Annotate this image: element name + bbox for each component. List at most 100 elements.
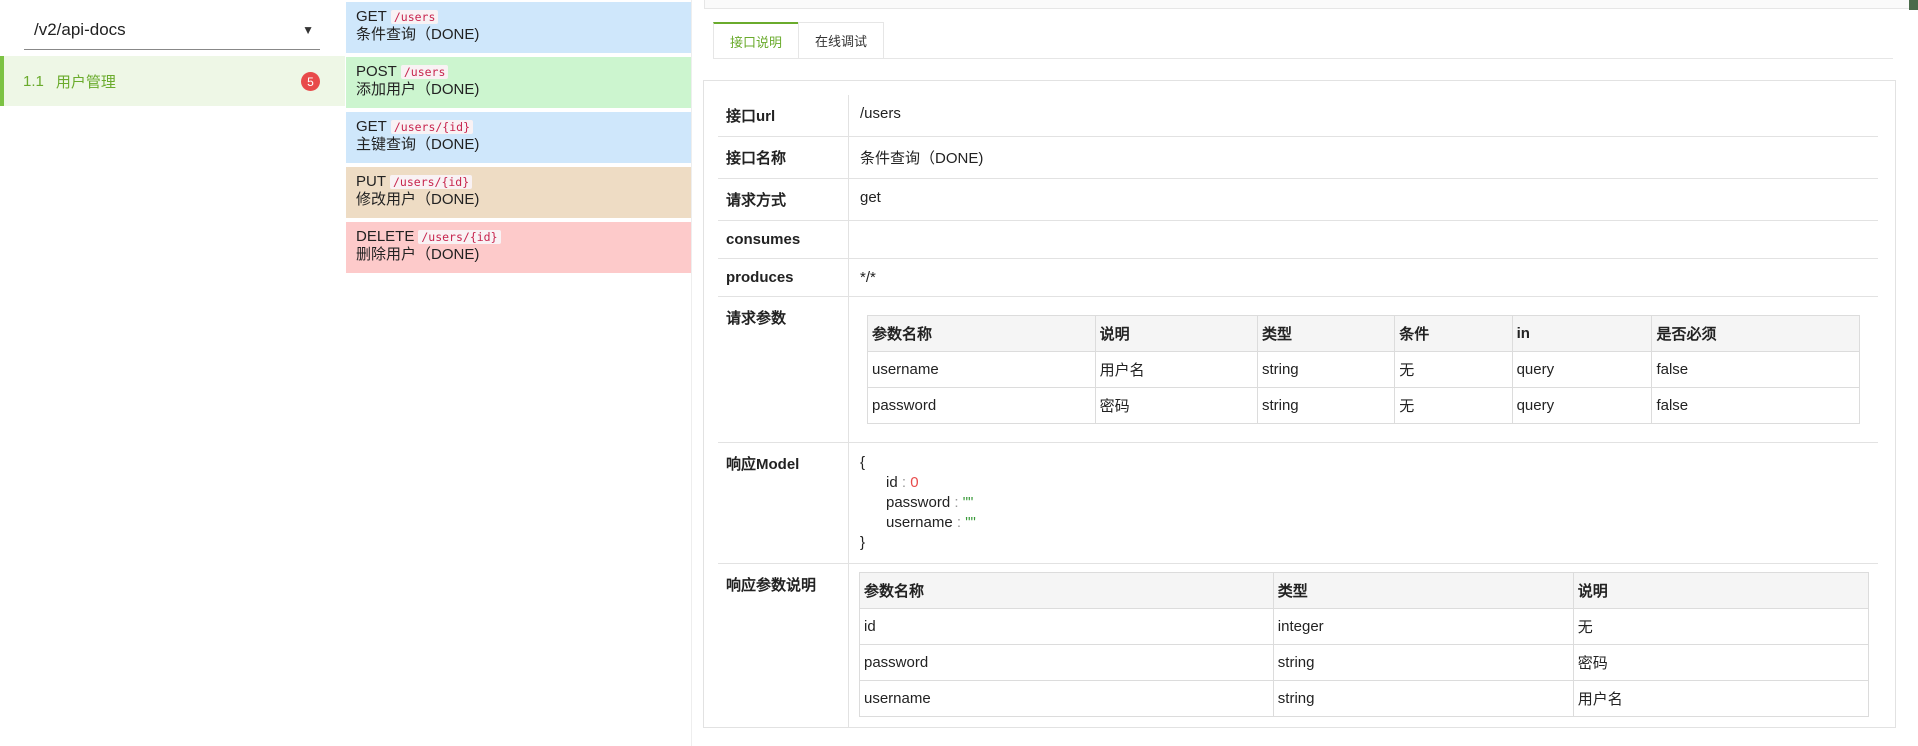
table-cell: 无 xyxy=(1572,608,1870,645)
table-cell: 无 xyxy=(1394,351,1513,388)
column-header: in xyxy=(1511,315,1653,352)
operation-get-user-by-id[interactable]: GET/users/{id} 主键查询（DONE) xyxy=(346,112,691,163)
endpoint-path: /users/{id} xyxy=(390,120,474,134)
table-row: password 密码 string 无 query false xyxy=(867,387,1860,424)
detail-value: */* xyxy=(848,258,1878,297)
http-method: GET xyxy=(356,8,387,25)
detail-label: 请求参数 xyxy=(718,296,849,443)
table-cell: integer xyxy=(1272,608,1574,645)
detail-label: 响应Model xyxy=(718,442,849,564)
detail-label: produces xyxy=(718,258,849,297)
tab-api-description[interactable]: 接口说明 xyxy=(713,22,800,59)
sidebar: /v2/api-docs ▼ 1.1 用户管理 5 xyxy=(0,0,345,746)
table-cell: password xyxy=(867,387,1096,424)
operation-delete-user[interactable]: DELETE/users/{id} 删除用户（DONE) xyxy=(346,222,691,273)
json-open-brace: { xyxy=(860,454,866,471)
table-cell: string xyxy=(1272,680,1574,717)
table-row: username string 用户名 xyxy=(859,680,1870,717)
detail-value: 条件查询（DONE) xyxy=(848,136,1878,179)
json-field: id : 0 xyxy=(886,474,919,491)
detail-value: get xyxy=(848,178,1878,221)
detail-label: 响应参数说明 xyxy=(718,563,849,728)
operation-get-users[interactable]: GET/users 条件查询（DONE) xyxy=(346,2,691,53)
table-cell: false xyxy=(1651,387,1860,424)
operation-put-user[interactable]: PUT/users/{id} 修改用户（DONE) xyxy=(346,167,691,218)
column-header: 参数名称 xyxy=(867,315,1096,352)
table-row: username 用户名 string 无 query false xyxy=(867,351,1860,388)
detail-row-response-params: 响应参数说明 参数名称 类型 说明 id integer 无 password … xyxy=(718,563,1878,728)
table-cell: query xyxy=(1511,351,1653,388)
table-row: id integer 无 xyxy=(859,608,1870,645)
operation-post-users[interactable]: POST/users 添加用户（DONE) xyxy=(346,57,691,108)
column-header: 类型 xyxy=(1256,315,1396,352)
detail-label: 接口名称 xyxy=(718,136,849,179)
detail-row-response-model: 响应Model { id : 0 password : "" username … xyxy=(718,442,1878,564)
detail-value xyxy=(848,220,1878,259)
endpoint-path: /users xyxy=(400,65,449,79)
operation-summary: 条件查询（DONE) xyxy=(356,26,480,43)
detail-label: 接口url xyxy=(718,95,849,137)
detail-value: /users xyxy=(848,95,1878,137)
table-cell: username xyxy=(859,680,1274,717)
response-model-json: { id : 0 password : "" username : "" } xyxy=(848,442,1878,564)
detail-label: consumes xyxy=(718,220,849,259)
endpoint-path: /users xyxy=(390,10,439,24)
column-header: 条件 xyxy=(1394,315,1513,352)
table-cell: false xyxy=(1651,351,1860,388)
sidebar-item-user-management[interactable]: 1.1 用户管理 5 xyxy=(0,56,345,106)
json-field: username : "" xyxy=(886,514,976,531)
operation-summary: 修改用户（DONE) xyxy=(356,191,480,208)
table-cell: 用户名 xyxy=(1094,351,1258,388)
response-params-table: 参数名称 类型 说明 id integer 无 password string … xyxy=(859,572,1870,717)
api-docs-select[interactable]: /v2/api-docs ▼ xyxy=(24,10,320,50)
table-cell: 用户名 xyxy=(1572,680,1870,717)
sidebar-item-label: 用户管理 xyxy=(55,73,116,91)
column-header: 说明 xyxy=(1094,315,1258,352)
column-header: 是否必须 xyxy=(1651,315,1860,352)
sidebar-item-number: 1.1 xyxy=(23,72,44,90)
json-close-brace: } xyxy=(860,534,866,551)
operation-summary: 添加用户（DONE) xyxy=(356,81,480,98)
table-cell: string xyxy=(1272,644,1574,681)
table-header-row: 参数名称 说明 类型 条件 in 是否必须 xyxy=(867,315,1860,352)
main-content: 接口说明 在线调试 接口url /users 接口名称 条件查询（DONE) 请… xyxy=(691,0,1910,746)
dropdown-caret-icon: ▼ xyxy=(302,22,314,37)
http-method: POST xyxy=(356,63,397,80)
detail-row-produces: produces */* xyxy=(718,258,1878,297)
table-cell: username xyxy=(867,351,1096,388)
detail-row-request-params: 请求参数 参数名称 说明 类型 条件 in 是否必须 username 用户名 … xyxy=(718,296,1878,443)
table-cell: id xyxy=(859,608,1274,645)
request-params-table: 参数名称 说明 类型 条件 in 是否必须 username 用户名 strin… xyxy=(867,315,1860,424)
operation-list: GET/users 条件查询（DONE) POST/users 添加用户（DON… xyxy=(346,2,691,277)
api-detail-table: 接口url /users 接口名称 条件查询（DONE) 请求方式 get co… xyxy=(718,95,1878,728)
table-cell: password xyxy=(859,644,1274,681)
tab-divider xyxy=(713,58,1893,59)
column-header: 参数名称 xyxy=(859,572,1274,609)
table-cell: string xyxy=(1256,351,1396,388)
http-method: PUT xyxy=(356,173,386,190)
column-header: 说明 xyxy=(1572,572,1870,609)
table-cell: query xyxy=(1511,387,1653,424)
tab-online-debug[interactable]: 在线调试 xyxy=(798,22,885,59)
http-method: GET xyxy=(356,118,387,135)
operation-summary: 删除用户（DONE) xyxy=(356,246,480,263)
table-row: password string 密码 xyxy=(859,644,1870,681)
table-cell: 无 xyxy=(1394,387,1513,424)
column-header: 类型 xyxy=(1272,572,1574,609)
top-scroll-strip xyxy=(704,0,1910,9)
table-cell: 密码 xyxy=(1572,644,1870,681)
detail-row-name: 接口名称 条件查询（DONE) xyxy=(718,136,1878,179)
json-field: password : "" xyxy=(886,494,974,511)
api-detail-panel: 接口url /users 接口名称 条件查询（DONE) 请求方式 get co… xyxy=(703,80,1896,728)
endpoint-path: /users/{id} xyxy=(418,230,501,244)
count-badge: 5 xyxy=(301,72,320,91)
api-docs-select-value: /v2/api-docs xyxy=(34,19,126,39)
endpoint-path: /users/{id} xyxy=(390,175,473,189)
detail-row-method: 请求方式 get xyxy=(718,178,1878,221)
http-method: DELETE xyxy=(356,228,415,245)
tab-bar: 接口说明 在线调试 xyxy=(713,22,885,60)
scrollbar-thumb[interactable] xyxy=(1909,0,1918,10)
detail-row-consumes: consumes xyxy=(718,220,1878,259)
detail-label: 请求方式 xyxy=(718,178,849,221)
table-header-row: 参数名称 类型 说明 xyxy=(859,572,1870,609)
